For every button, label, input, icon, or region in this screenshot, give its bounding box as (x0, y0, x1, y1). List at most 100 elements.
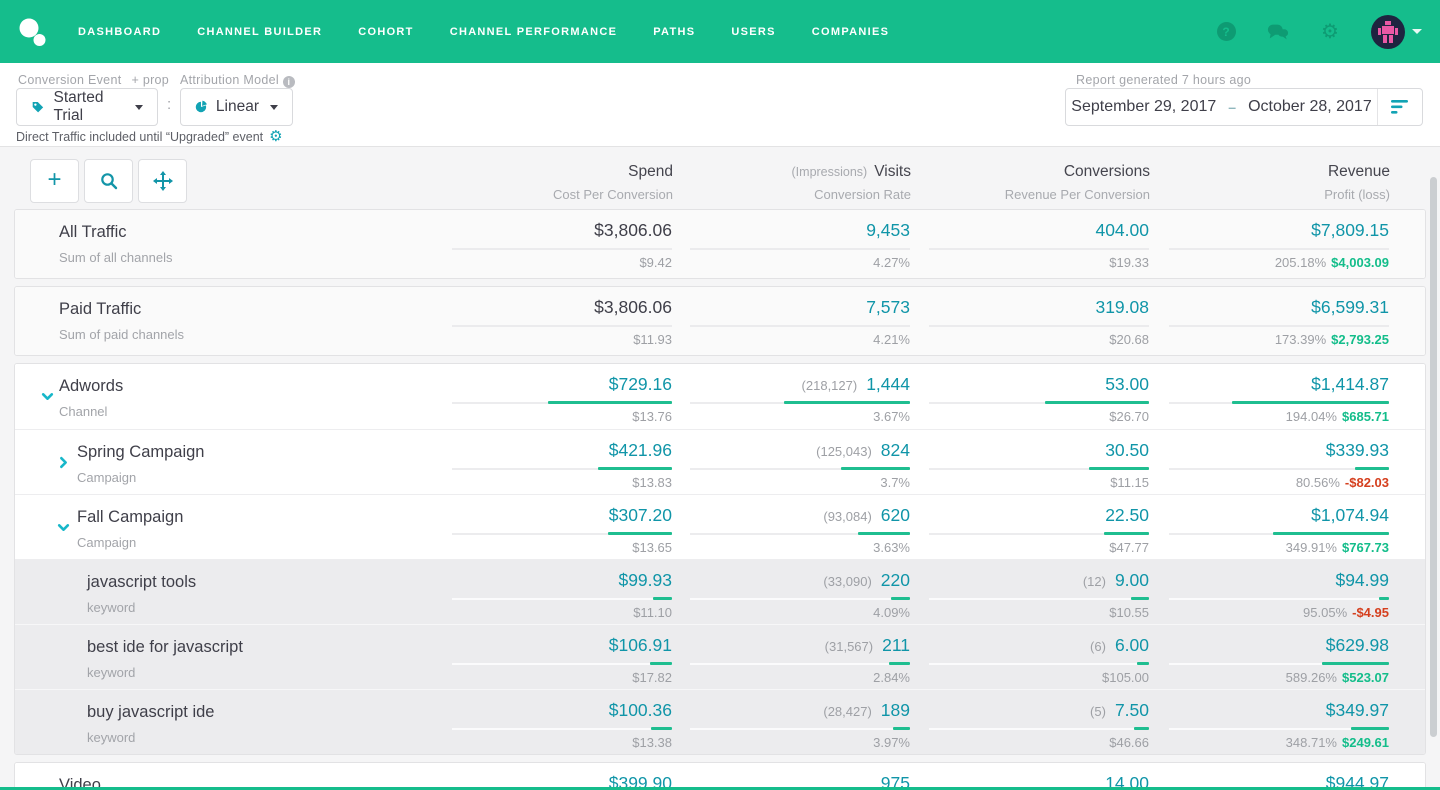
nav-item-cohort[interactable]: COHORT (358, 26, 413, 38)
value-main[interactable]: $629.98 (1326, 635, 1389, 656)
value-sub: $26.70 (889, 409, 1149, 424)
nav-menu: DASHBOARD CHANNEL BUILDER COHORT CHANNEL… (78, 26, 889, 38)
date-start: September 29, 2017 (1071, 98, 1216, 116)
table-row: Spring CampaignCampaign$421.96$13.83(125… (15, 429, 1425, 494)
value-sub: $13.65 (412, 540, 672, 555)
attribution-logo[interactable] (18, 17, 48, 47)
table-row: Fall CampaignCampaign$307.20$13.65(93,08… (15, 494, 1425, 559)
value-divider (929, 663, 1149, 665)
table-card: All TrafficSum of all channels$3,806.06$… (14, 209, 1426, 279)
cell-visits: (28,427)1893.97% (650, 690, 910, 754)
date-dash: – (1228, 99, 1236, 115)
help-icon[interactable]: ? (1215, 21, 1237, 43)
value-divider (690, 248, 910, 250)
search-button[interactable] (84, 159, 133, 203)
value-main[interactable]: $1,074.94 (1311, 505, 1389, 526)
chat-icon[interactable] (1267, 21, 1289, 43)
value-bar (1232, 401, 1389, 404)
value-divider (452, 325, 672, 327)
cell-revenue: $94.99 95.05% -$4.95 (1129, 560, 1389, 624)
cell-revenue: $339.9380.56%-$82.03 (1129, 430, 1389, 494)
tag-icon (31, 99, 45, 115)
row-title: buy javascript ide (87, 703, 214, 722)
avatar (1371, 15, 1405, 49)
move-icon (153, 171, 173, 191)
profit-percent: 95.05% (1303, 605, 1347, 620)
value-sub: $47.77 (889, 540, 1149, 555)
impressions-header-label: (Impressions) (792, 165, 868, 179)
table-card: VideoChannel$399.9097514.00$944.97 (14, 762, 1426, 790)
value-bar (1351, 727, 1389, 730)
column-header-revenue[interactable]: Revenue Profit (loss) (1130, 163, 1390, 202)
value-main[interactable]: $94.99 (1335, 570, 1389, 591)
scrollbar-thumb[interactable] (1430, 177, 1437, 737)
date-range-picker[interactable]: September 29, 2017 – October 28, 2017 (1065, 88, 1423, 126)
value-bar (1322, 662, 1389, 665)
row-type-label: Campaign (77, 470, 136, 485)
chevron-right-icon[interactable] (57, 456, 70, 469)
cell-spend: $106.91$17.82 (412, 625, 672, 689)
add-channel-button[interactable]: + (30, 159, 79, 203)
cell-conversions: 22.50$47.77 (889, 495, 1149, 559)
conversion-count: (6) (1090, 639, 1106, 654)
value-bar (1379, 597, 1389, 600)
value-sub: $10.55 (889, 605, 1149, 620)
user-menu[interactable] (1371, 15, 1422, 49)
cell-conversions: 53.00$26.70 (889, 364, 1149, 429)
conversion-event-dropdown[interactable]: Started Trial (16, 88, 158, 126)
table-row: AdwordsChannel$729.16$13.76(218,127)1,44… (15, 364, 1425, 429)
row-type-label: Sum of paid channels (59, 327, 184, 342)
value-sub: 194.04%$685.71 (1129, 409, 1389, 424)
move-button[interactable] (138, 159, 187, 203)
cell-visits: (33,090)2204.09% (650, 560, 910, 624)
profit-value: $4,003.09 (1331, 255, 1389, 270)
value-divider (690, 728, 910, 730)
column-header-spend[interactable]: Spend Cost Per Conversion (413, 163, 673, 202)
attribution-model-dropdown[interactable]: Linear (180, 88, 293, 126)
row-title: Paid Traffic (59, 300, 141, 319)
note-settings-gear-icon[interactable]: ⚙ (269, 129, 282, 144)
value-bar (1355, 467, 1389, 470)
value-sub: 589.26%$523.07 (1129, 670, 1389, 685)
value-divider (690, 598, 910, 600)
profit-percent: 349.91% (1286, 540, 1337, 555)
value-main[interactable]: $349.97 (1326, 700, 1389, 721)
profit-value: -$4.95 (1352, 605, 1389, 620)
nav-item-dashboard[interactable]: DASHBOARD (78, 26, 161, 38)
table-row: javascript toolskeyword$99.93$11.10(33,0… (15, 559, 1425, 624)
cell-visits: 7,5734.21% (650, 287, 910, 355)
value-sub: 205.18% $4,003.09 (1129, 255, 1389, 270)
value-divider (690, 663, 910, 665)
nav-item-channel-performance[interactable]: CHANNEL PERFORMANCE (450, 26, 618, 38)
nav-item-paths[interactable]: PATHS (653, 26, 695, 38)
cell-spend: $3,806.06$9.42 (412, 210, 672, 278)
cell-conversions: (5)7.50$46.66 (889, 690, 1149, 754)
profit-value: -$82.03 (1345, 475, 1389, 490)
add-prop-link[interactable]: + prop (131, 73, 169, 87)
value-sub: $13.76 (412, 409, 672, 424)
nav-item-users[interactable]: USERS (731, 26, 775, 38)
nav-item-channel-builder[interactable]: CHANNEL BUILDER (197, 26, 322, 38)
cell-conversions: 14.00 (889, 763, 1149, 790)
value-divider (929, 728, 1149, 730)
profit-percent: 173.39% (1275, 332, 1326, 347)
value-main[interactable]: $6,599.31 (1311, 297, 1389, 318)
value-main[interactable]: $7,809.15 (1311, 220, 1389, 241)
column-header-conversions[interactable]: Conversions Revenue Per Conversion (890, 163, 1150, 202)
profit-percent: 194.04% (1286, 409, 1337, 424)
value-main[interactable]: $1,414.87 (1311, 374, 1389, 395)
value-divider (452, 663, 672, 665)
info-icon[interactable]: i (283, 76, 295, 88)
profit-percent: 205.18% (1275, 255, 1326, 270)
settings-gear-icon[interactable]: ⚙ (1319, 21, 1341, 43)
chevron-down-icon[interactable] (41, 390, 54, 403)
column-header-visits[interactable]: (Impressions)Visits Conversion Rate (651, 163, 911, 202)
cell-revenue: $349.97348.71%$249.61 (1129, 690, 1389, 754)
chevron-down-icon[interactable] (57, 521, 70, 534)
cell-revenue: $6,599.31173.39%$2,793.25 (1129, 287, 1389, 355)
filter-icon-button[interactable] (1377, 89, 1422, 125)
nav-item-companies[interactable]: COMPANIES (812, 26, 890, 38)
value-main[interactable]: $339.93 (1326, 440, 1389, 461)
table-header: + (14, 147, 1426, 209)
value-sub: $11.93 (412, 332, 672, 347)
